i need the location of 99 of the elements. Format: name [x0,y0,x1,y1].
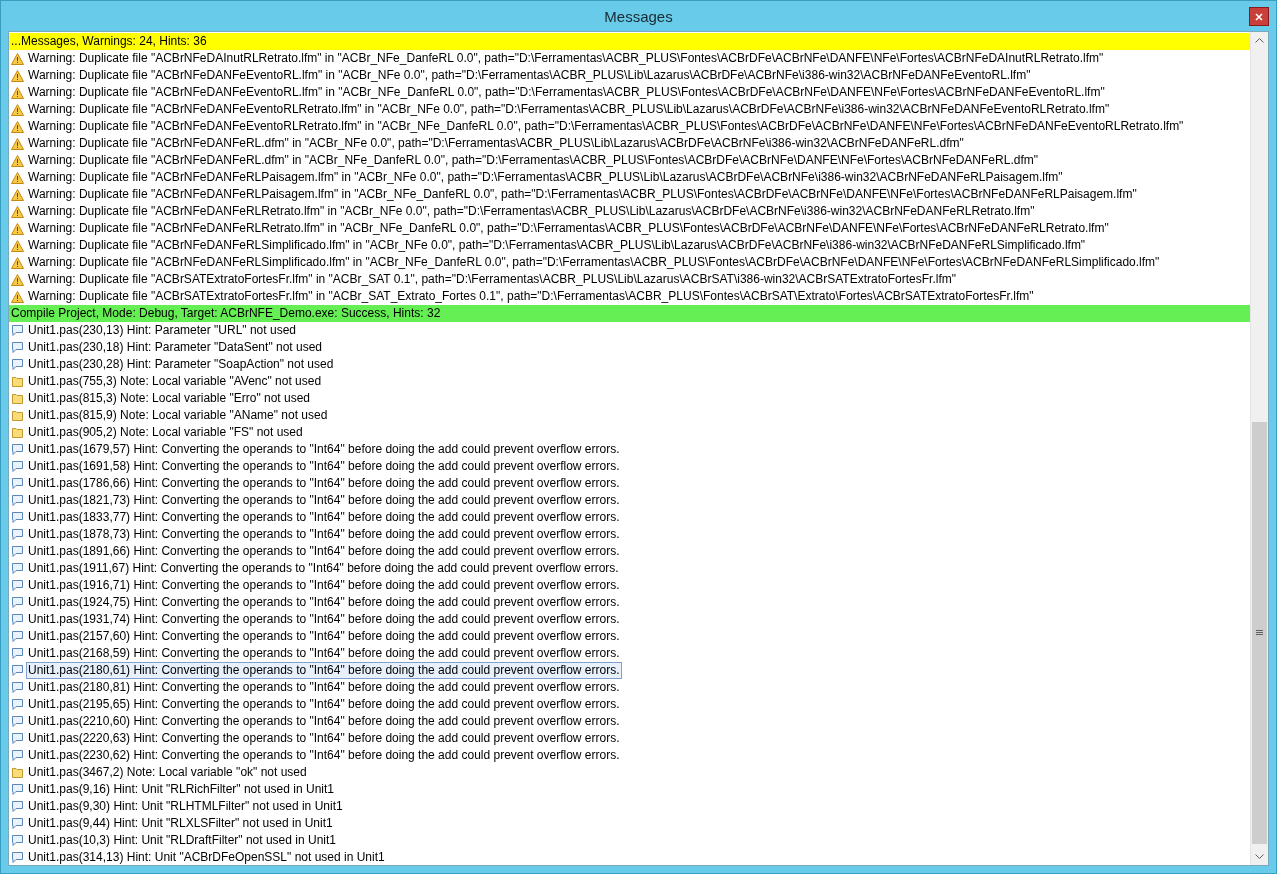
speech-bubble-icon [11,460,24,473]
message-text[interactable]: Warning: Duplicate file "ACBrNFeDANFeRLSimplificado.lfm" in "ACBr_NFe_DanfeRL 0.0", path="D:\Ferramentas\ACBR_PLUS\Fontes\ACBrDFe\ACBrNFe\DANFE\NFe\Fortes\ACBrNFeDANFeRLSimplificado.lfm" [26,254,1162,271]
message-text[interactable]: Unit1.pas(1924,75) Hint: Converting the operands to "Int64" before doing the add could prevent overflow errors. [26,594,622,611]
message-text[interactable]: Unit1.pas(1891,66) Hint: Converting the operands to "Int64" before doing the add could prevent overflow errors. [26,543,622,560]
message-text[interactable]: Unit1.pas(314,13) Hint: Unit "ACBrDFeOpenSSL" not used in Unit1 [26,849,387,865]
message-text[interactable]: Unit1.pas(3467,2) Note: Local variable "ok" not used [26,764,309,781]
speech-bubble-icon [11,647,24,660]
message-text[interactable]: Unit1.pas(2220,63) Hint: Converting the operands to "Int64" before doing the add could prevent overflow errors. [26,730,622,747]
message-text[interactable]: Unit1.pas(1878,73) Hint: Converting the operands to "Int64" before doing the add could prevent overflow errors. [26,526,622,543]
speech-bubble-icon [11,834,24,847]
grip-icon [1256,630,1263,636]
message-text[interactable]: Warning: Duplicate file "ACBrNFeDANFeEventoRLRetrato.lfm" in "ACBr_NFe 0.0", path="D:\Ferramentas\ACBR_PLUS\Lib\Lazarus\ACBrDFe\ACBrNFe\i386-win32\ACBrNFeDANFeEventoRLRetrato.lfm" [26,101,1112,118]
message-text[interactable]: Warning: Duplicate file "ACBrNFeDANFeRL.dfm" in "ACBr_NFe 0.0", path="D:\Ferramentas\ACBR_PLUS\Lib\Lazarus\ACBrDFe\ACBrNFe\i386-win32\ACBrNFeDANFeRL.dfm" [26,135,966,152]
speech-bubble-icon [11,579,24,592]
message-text[interactable]: Unit1.pas(2180,61) Hint: Converting the operands to "Int64" before doing the add could prevent overflow errors. [26,662,622,679]
speech-bubble-icon [11,477,24,490]
warning-icon [11,273,24,286]
message-text[interactable]: Warning: Duplicate file "ACBrNFeDANFeEventoRL.lfm" in "ACBr_NFe_DanfeRL 0.0", path="D:\Ferramentas\ACBR_PLUS\Fontes\ACBrDFe\ACBrNFe\DANFE\NFe\Fortes\ACBrNFeDANFeEventoRL.lfm" [26,84,1107,101]
message-text[interactable]: Unit1.pas(1911,67) Hint: Converting the operands to "Int64" before doing the add could prevent overflow errors. [26,560,621,577]
speech-bubble-icon [11,511,24,524]
message-group-header[interactable]: ...Messages, Warnings: 24, Hints: 36 [9,33,1250,50]
message-text[interactable]: Warning: Duplicate file "ACBrNFeDAInutRLRetrato.lfm" in "ACBr_NFe_DanfeRL 0.0", path="D:\Ferramentas\ACBR_PLUS\Fontes\ACBrDFe\ACBrNFe\DANFE\NFe\Fortes\ACBrNFeDAInutRLRetrato.lfm" [26,50,1106,67]
message-text[interactable]: Unit1.pas(815,9) Note: Local variable "AName" not used [26,407,330,424]
warning-icon [11,188,24,201]
speech-bubble-icon [11,358,24,371]
message-text[interactable]: Unit1.pas(1691,58) Hint: Converting the operands to "Int64" before doing the add could prevent overflow errors. [26,458,622,475]
message-text[interactable]: Unit1.pas(1679,57) Hint: Converting the operands to "Int64" before doing the add could prevent overflow errors. [26,441,622,458]
scrollbar-thumb[interactable] [1252,422,1267,844]
speech-bubble-icon [11,545,24,558]
speech-bubble-icon [11,494,24,507]
message-text[interactable]: Warning: Duplicate file "ACBrNFeDANFeRLPaisagem.lfm" in "ACBr_NFe_DanfeRL 0.0", path="D:\Ferramentas\ACBR_PLUS\Fontes\ACBrDFe\ACBrNFe\DANFE\NFe\Fortes\ACBrNFeDANFeRLPaisagem.lfm" [26,186,1139,203]
message-text[interactable]: Unit1.pas(9,30) Hint: Unit "RLHTMLFilter" not used in Unit1 [26,798,345,815]
speech-bubble-icon [11,851,24,864]
vertical-scrollbar[interactable] [1250,32,1268,865]
warning-icon [11,256,24,269]
speech-bubble-icon [11,749,24,762]
message-text[interactable]: Unit1.pas(2180,81) Hint: Converting the operands to "Int64" before doing the add could prevent overflow errors. [26,679,622,696]
message-text[interactable]: Unit1.pas(2195,65) Hint: Converting the operands to "Int64" before doing the add could prevent overflow errors. [26,696,622,713]
message-text[interactable]: Warning: Duplicate file "ACBrNFeDANFeRL.dfm" in "ACBr_NFe_DanfeRL 0.0", path="D:\Ferramentas\ACBR_PLUS\Fontes\ACBrDFe\ACBrNFe\DANFE\NFe\Fortes\ACBrNFeDANFeRL.dfm" [26,152,1040,169]
speech-bubble-icon [11,698,24,711]
speech-bubble-icon [11,341,24,354]
message-text[interactable]: Warning: Duplicate file "ACBrNFeDANFeRLPaisagem.lfm" in "ACBr_NFe 0.0", path="D:\Ferramentas\ACBR_PLUS\Lib\Lazarus\ACBrDFe\ACBrNFe\i386-win32\ACBrNFeDANFeRLPaisagem.lfm" [26,169,1065,186]
speech-bubble-icon [11,732,24,745]
message-text[interactable]: Warning: Duplicate file "ACBrSATExtratoFortesFr.lfm" in "ACBr_SAT_Extrato_Fortes 0.1", path="D:\Ferramentas\ACBR_PLUS\Fontes\ACBrSAT\Extrato\Fortes\ACBrSATExtratoFortesFr.lfm" [26,288,1036,305]
speech-bubble-icon [11,817,24,830]
window-title: Messages [604,7,673,25]
warning-icon [11,239,24,252]
warning-icon [11,290,24,303]
warning-icon [11,154,24,167]
message-text[interactable]: Unit1.pas(1833,77) Hint: Converting the operands to "Int64" before doing the add could prevent overflow errors. [26,509,622,526]
warning-icon [11,69,24,82]
message-text[interactable]: Unit1.pas(815,3) Note: Local variable "Erro" not used [26,390,312,407]
message-text[interactable]: Unit1.pas(2230,62) Hint: Converting the operands to "Int64" before doing the add could prevent overflow errors. [26,747,622,764]
warning-icon [11,171,24,184]
close-button[interactable] [1249,7,1269,26]
message-text[interactable]: Unit1.pas(2157,60) Hint: Converting the operands to "Int64" before doing the add could prevent overflow errors. [26,628,622,645]
scroll-up-icon[interactable] [1255,38,1264,43]
warning-icon [11,86,24,99]
message-text[interactable]: Unit1.pas(1821,73) Hint: Converting the operands to "Int64" before doing the add could prevent overflow errors. [26,492,622,509]
speech-bubble-icon [11,613,24,626]
message-text[interactable]: Unit1.pas(10,3) Hint: Unit "RLDraftFilter" not used in Unit1 [26,832,338,849]
message-text[interactable]: Unit1.pas(9,44) Hint: Unit "RLXLSFilter" not used in Unit1 [26,815,335,832]
message-text[interactable]: Unit1.pas(230,13) Hint: Parameter "URL" not used [26,322,298,339]
speech-bubble-icon [11,528,24,541]
speech-bubble-icon [11,324,24,337]
message-text[interactable]: Unit1.pas(1931,74) Hint: Converting the operands to "Int64" before doing the add could prevent overflow errors. [26,611,622,628]
warning-icon [11,137,24,150]
message-text[interactable]: Warning: Duplicate file "ACBrNFeDANFeEventoRL.lfm" in "ACBr_NFe 0.0", path="D:\Ferramentas\ACBR_PLUS\Lib\Lazarus\ACBrDFe\ACBrNFe\i386-win32\ACBrNFeDANFeEventoRL.lfm" [26,67,1033,84]
message-text[interactable]: Warning: Duplicate file "ACBrSATExtratoFortesFr.lfm" in "ACBr_SAT 0.1", path="D:\Ferramentas\ACBR_PLUS\Lib\Lazarus\ACBrSAT\i386-win32\ACBrSATExtratoFortesFr.lfm" [26,271,958,288]
message-text[interactable]: Unit1.pas(230,18) Hint: Parameter "DataSent" not used [26,339,324,356]
message-text[interactable]: Unit1.pas(905,2) Note: Local variable "FS" not used [26,424,305,441]
message-group-header[interactable]: Compile Project, Mode: Debug, Target: ACBrNFE_Demo.exe: Success, Hints: 32 [9,305,1250,322]
message-text[interactable]: Warning: Duplicate file "ACBrNFeDANFeRLRetrato.lfm" in "ACBr_NFe 0.0", path="D:\Ferramentas\ACBR_PLUS\Lib\Lazarus\ACBrDFe\ACBrNFe\i386-win32\ACBrNFeDANFeRLRetrato.lfm" [26,203,1037,220]
speech-bubble-icon [11,715,24,728]
message-text[interactable]: Unit1.pas(1916,71) Hint: Converting the operands to "Int64" before doing the add could prevent overflow errors. [26,577,622,594]
message-text[interactable]: Unit1.pas(2210,60) Hint: Converting the operands to "Int64" before doing the add could prevent overflow errors. [26,713,622,730]
message-text[interactable]: Warning: Duplicate file "ACBrNFeDANFeRLRetrato.lfm" in "ACBr_NFe_DanfeRL 0.0", path="D:\Ferramentas\ACBR_PLUS\Fontes\ACBrDFe\ACBrNFe\DANFE\NFe\Fortes\ACBrNFeDANFeRLRetrato.lfm" [26,220,1111,237]
message-text[interactable]: Unit1.pas(1786,66) Hint: Converting the operands to "Int64" before doing the add could prevent overflow errors. [26,475,622,492]
speech-bubble-icon [11,800,24,813]
message-text[interactable]: Unit1.pas(2168,59) Hint: Converting the operands to "Int64" before doing the add could prevent overflow errors. [26,645,622,662]
warning-icon [11,52,24,65]
message-text[interactable]: Unit1.pas(9,16) Hint: Unit "RLRichFilter" not used in Unit1 [26,781,336,798]
speech-bubble-icon [11,562,24,575]
message-text[interactable]: Unit1.pas(755,3) Note: Local variable "AVenc" not used [26,373,324,390]
close-icon [1255,12,1263,21]
warning-icon [11,205,24,218]
speech-bubble-icon [11,783,24,796]
message-text[interactable]: Warning: Duplicate file "ACBrNFeDANFeEventoRLRetrato.lfm" in "ACBr_NFe_DanfeRL 0.0", path="D:\Ferramentas\ACBR_PLUS\Fontes\ACBrDFe\ACBrNFe\DANFE\NFe\Fortes\ACBrNFeDANFeEventoRLRetrato.lfm" [26,118,1186,135]
message-text[interactable]: Unit1.pas(230,28) Hint: Parameter "SoapAction" not used [26,356,336,373]
speech-bubble-icon [11,681,24,694]
message-text[interactable]: Warning: Duplicate file "ACBrNFeDANFeRLSimplificado.lfm" in "ACBr_NFe 0.0", path="D:\Ferramentas\ACBR_PLUS\Lib\Lazarus\ACBrDFe\ACBrNFe\i386-win32\ACBrNFeDANFeRLSimplificado.lfm" [26,237,1088,254]
speech-bubble-icon [11,630,24,643]
warning-icon [11,103,24,116]
speech-bubble-icon [11,596,24,609]
speech-bubble-icon [11,443,24,456]
warning-icon [11,222,24,235]
speech-bubble-icon [11,664,24,677]
warning-icon [11,120,24,133]
scroll-down-icon[interactable] [1255,854,1264,859]
